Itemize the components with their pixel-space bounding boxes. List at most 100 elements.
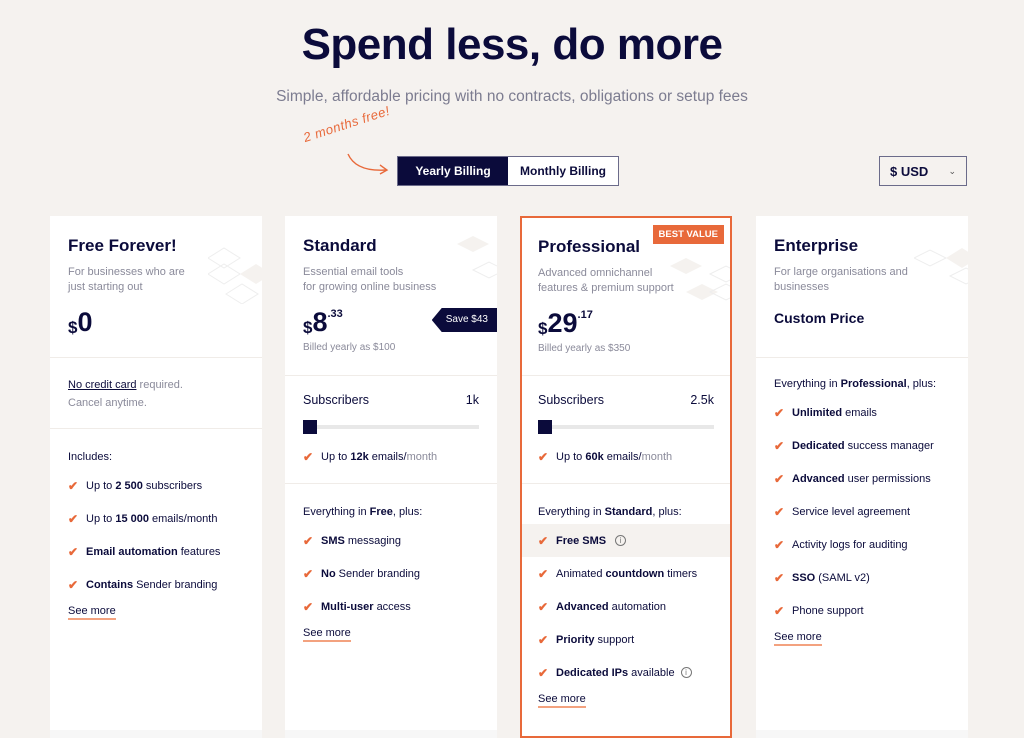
plan-note: No credit card required. Cancel anytime.: [50, 358, 262, 428]
no-credit-card-link[interactable]: No credit card: [68, 379, 136, 391]
subscribers-value: 1k: [465, 393, 479, 407]
check-icon: ✔: [303, 533, 314, 548]
check-icon: ✔: [774, 438, 785, 453]
emails-limit: ✔ Up to 12k emails/month: [303, 449, 438, 464]
check-icon: ✔: [68, 577, 79, 592]
feature-item: ✔ Dedicated IPs available i: [538, 656, 714, 689]
check-icon: ✔: [303, 566, 314, 581]
includes-label: Everything in Free, plus:: [303, 506, 423, 518]
plan-description: For large organisations and businesses: [774, 265, 950, 295]
see-more-link[interactable]: See more: [538, 693, 586, 708]
plan-description: For businesses who are just starting out: [68, 265, 244, 295]
feature-item: ✔ Advanced automation: [538, 599, 667, 614]
check-icon: ✔: [303, 599, 314, 614]
includes-label: Everything in Standard, plus:: [538, 506, 682, 518]
currency-select[interactable]: $ USD ⌄: [879, 156, 967, 186]
card-footer: [50, 730, 262, 738]
note-text: required.: [136, 379, 183, 391]
price-cents: .33: [327, 308, 343, 320]
check-icon: ✔: [68, 511, 79, 526]
feature-item: ✔ Up to 2 500 subscribers: [68, 478, 203, 493]
price-amount: 8: [312, 307, 328, 337]
promo-label: 2 months free!: [301, 102, 392, 145]
subscribers-label: Subscribers: [538, 393, 604, 407]
plan-name: Professional: [538, 237, 641, 256]
check-icon: ✔: [538, 599, 549, 614]
check-icon: ✔: [68, 544, 79, 559]
feature-item: ✔ Email automation features: [68, 544, 221, 559]
page-subtitle: Simple, affordable pricing with no contr…: [276, 88, 748, 105]
chevron-down-icon: ⌄: [948, 165, 956, 176]
info-icon[interactable]: i: [615, 535, 627, 546]
check-icon: ✔: [538, 566, 549, 581]
feature-item: ✔ Service level agreement: [774, 504, 911, 519]
check-icon: ✔: [774, 570, 785, 585]
currency-symbol: $: [303, 318, 313, 337]
price-amount: 29: [547, 308, 578, 338]
check-icon: ✔: [774, 471, 785, 486]
check-icon: ✔: [303, 449, 314, 464]
plan-description-line: for growing online business: [303, 281, 437, 293]
includes-label: Includes:: [68, 451, 113, 463]
feature-item: ✔ Unlimited emails: [774, 405, 877, 420]
card-footer: [285, 730, 497, 738]
plan-description-line: Essential email tools: [303, 266, 404, 278]
feature-item: ✔ Advanced user permissions: [774, 471, 931, 486]
feature-item: ✔ Activity logs for auditing: [774, 537, 908, 552]
check-icon: ✔: [538, 665, 549, 680]
check-icon: ✔: [774, 603, 785, 618]
slider-track: [303, 425, 479, 429]
check-icon: ✔: [538, 449, 549, 464]
currency-value: $ USD: [890, 163, 929, 179]
billed-yearly-text: Billed yearly as $100: [303, 342, 396, 353]
emails-limit: ✔ Up to 60k emails/month: [538, 449, 673, 464]
slider-handle[interactable]: [538, 420, 552, 434]
feature-item: ✔ Up to 15 000 emails/month: [68, 511, 218, 526]
plan-price: $ 0: [68, 308, 244, 338]
feature-item: ✔ Phone support: [774, 603, 864, 618]
plan-name: Standard: [303, 236, 377, 255]
see-more-link[interactable]: See more: [303, 627, 351, 642]
billing-toggle: Yearly Billing Monthly Billing: [397, 156, 619, 186]
page-title: Spend less, do more: [301, 20, 723, 69]
slider-track: [538, 425, 714, 429]
feature-item: ✔ SMS messaging: [303, 533, 402, 548]
check-icon: ✔: [774, 537, 785, 552]
subscribers-value: 2.5k: [690, 393, 714, 407]
save-tag: Save $43: [431, 308, 497, 332]
plan-description-line: For businesses who are: [68, 266, 185, 278]
billed-yearly-text: Billed yearly as $350: [538, 343, 631, 354]
subscribers-slider[interactable]: [303, 420, 479, 434]
plan-card-professional: BEST VALUE Professional Advanced omnicha…: [520, 216, 732, 738]
yearly-billing-button[interactable]: Yearly Billing: [398, 157, 508, 185]
plan-description-line: features & premium support: [538, 282, 674, 294]
plan-description-line: businesses: [774, 281, 830, 293]
check-icon: ✔: [774, 504, 785, 519]
subscribers-slider[interactable]: [538, 420, 714, 434]
curved-arrow-icon: [347, 153, 389, 175]
subscribers-row: Subscribers 1k: [303, 376, 479, 407]
plan-description-line: For large organisations and: [774, 266, 908, 278]
feature-item: ✔ No Sender branding: [303, 566, 421, 581]
plan-description-line: just starting out: [68, 281, 143, 293]
card-footer: [756, 730, 968, 738]
slider-handle[interactable]: [303, 420, 317, 434]
see-more-link[interactable]: See more: [68, 605, 116, 620]
monthly-billing-button[interactable]: Monthly Billing: [508, 157, 618, 185]
feature-item: ✔ Dedicated success manager: [774, 438, 934, 453]
feature-item: ✔ Animated countdown timers: [538, 566, 698, 581]
info-icon[interactable]: i: [680, 667, 692, 678]
includes-label: Everything in Professional, plus:: [774, 378, 937, 390]
plan-description: Essential email tools for growing online…: [303, 265, 479, 295]
plan-name: Enterprise: [774, 236, 859, 255]
price-cents: .17: [577, 309, 593, 321]
plan-description: Advanced omnichannel features & premium …: [538, 266, 714, 296]
currency-symbol: $: [538, 319, 548, 338]
currency-symbol: $: [68, 318, 78, 337]
check-icon: ✔: [774, 405, 785, 420]
note-text: Cancel anytime.: [68, 397, 147, 409]
price-amount: 0: [77, 307, 93, 337]
plan-card-free: Free Forever! For businesses who are jus…: [50, 216, 262, 738]
see-more-link[interactable]: See more: [774, 631, 822, 646]
plan-description-line: Advanced omnichannel: [538, 267, 653, 279]
